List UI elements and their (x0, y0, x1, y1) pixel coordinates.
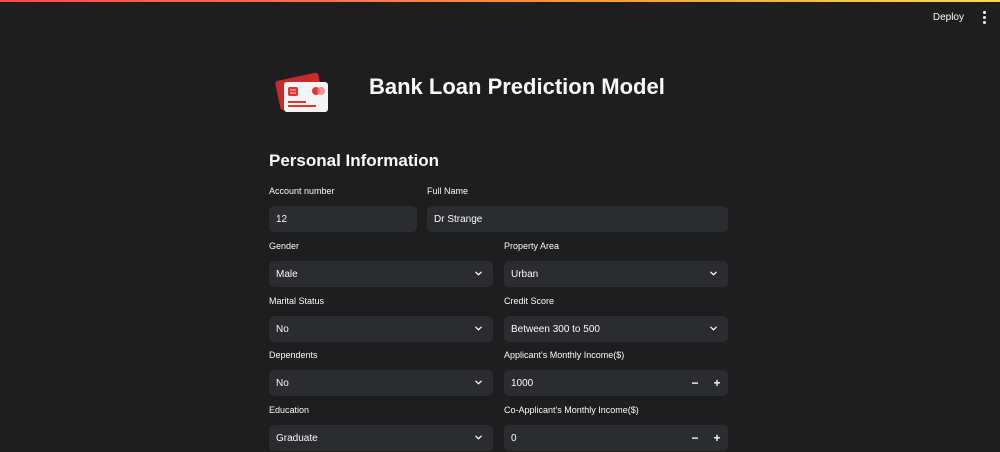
education-field: Education Graduate (269, 404, 493, 451)
property-area-field: Property Area Urban (504, 240, 728, 287)
account-number-input[interactable]: 12 (269, 206, 417, 232)
credit-score-label: Credit Score (504, 296, 555, 306)
coapplicant-income-value: 0 (511, 432, 517, 444)
chevron-down-icon (475, 271, 482, 276)
coapplicant-income-field: Co-Applicant's Monthly Income($) 0 − + (504, 404, 728, 451)
credit-score-field: Credit Score Between 300 to 500 (504, 295, 728, 342)
coapplicant-income-stepper: − + (684, 425, 728, 451)
full-name-value: Dr Strange (434, 213, 483, 225)
applicant-income-field: Applicant's Monthly Income($) 1000 − + (504, 349, 728, 396)
education-select[interactable]: Graduate (269, 425, 493, 451)
dependents-field: Dependents No (269, 349, 493, 396)
chevron-down-icon (475, 435, 482, 440)
decrement-button[interactable]: − (684, 370, 706, 396)
property-area-value: Urban (511, 268, 539, 280)
chevron-down-icon (710, 326, 717, 331)
education-value: Graduate (276, 432, 318, 444)
coapplicant-income-input[interactable]: 0 − + (504, 425, 728, 451)
education-label: Education (269, 405, 310, 415)
section-title: Personal Information (269, 151, 440, 170)
chevron-down-icon (710, 271, 717, 276)
gender-field: Gender Male (269, 240, 493, 287)
full-name-input[interactable]: Dr Strange (427, 206, 728, 232)
increment-button[interactable]: + (706, 425, 728, 451)
decrement-button[interactable]: − (684, 425, 706, 451)
gender-label: Gender (269, 241, 300, 251)
marital-status-select[interactable]: No (269, 316, 493, 342)
full-name-field: Full Name Dr Strange (427, 185, 728, 232)
increment-button[interactable]: + (706, 370, 728, 396)
property-area-select[interactable]: Urban (504, 261, 728, 287)
account-number-field: Account number 12 (269, 185, 417, 232)
gender-value: Male (276, 268, 298, 280)
credit-score-select[interactable]: Between 300 to 500 (504, 316, 728, 342)
dependents-select[interactable]: No (269, 370, 493, 396)
chevron-down-icon (475, 326, 482, 331)
account-number-value: 12 (276, 213, 288, 225)
dependents-value: No (276, 377, 289, 389)
gender-select[interactable]: Male (269, 261, 493, 287)
dependents-label: Dependents (269, 350, 318, 360)
top-decoration-bar (0, 0, 1000, 2)
applicant-income-value: 1000 (511, 377, 534, 389)
marital-status-value: No (276, 323, 289, 335)
property-area-label: Property Area (504, 241, 560, 251)
chevron-down-icon (475, 380, 482, 385)
page-title: Bank Loan Prediction Model (369, 74, 665, 99)
full-name-label: Full Name (427, 186, 469, 196)
credit-score-value: Between 300 to 500 (511, 323, 600, 335)
applicant-income-input[interactable]: 1000 − + (504, 370, 728, 396)
main-menu-icon[interactable] (976, 10, 992, 26)
applicant-income-stepper: − + (684, 370, 728, 396)
deploy-button[interactable]: Deploy (927, 8, 970, 27)
credit-card-icon (272, 70, 332, 118)
app-toolbar: Deploy (927, 8, 992, 27)
coapplicant-income-label: Co-Applicant's Monthly Income($) (504, 405, 639, 415)
applicant-income-label: Applicant's Monthly Income($) (504, 350, 625, 360)
page-header: Bank Loan Prediction Model (272, 70, 665, 118)
marital-status-label: Marital Status (269, 296, 325, 306)
marital-status-field: Marital Status No (269, 295, 493, 342)
account-number-label: Account number (269, 186, 335, 196)
